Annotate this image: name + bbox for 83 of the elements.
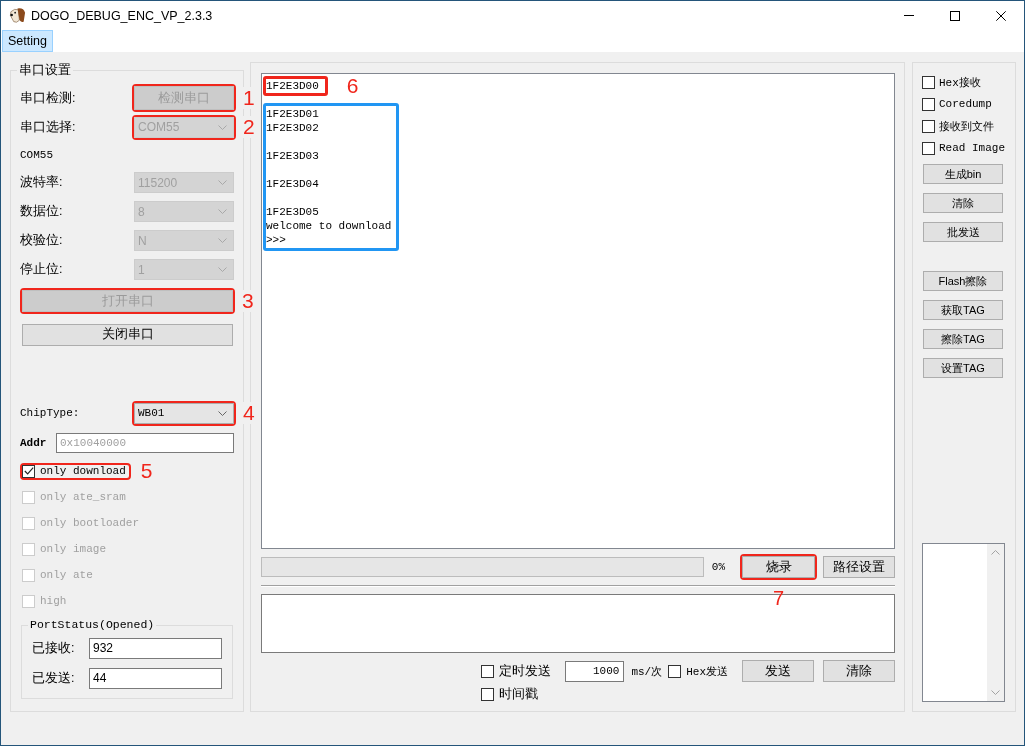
field-label: 校验位:	[20, 232, 64, 249]
minimize-icon	[904, 15, 914, 16]
input-field[interactable]: 0x10040000	[56, 433, 234, 453]
clear-button[interactable]: 清除	[823, 660, 895, 682]
dog-head-icon	[9, 7, 26, 24]
chevron-down-icon	[218, 180, 227, 185]
progress-label: 0%	[711, 561, 725, 573]
log-line: welcome to download	[266, 219, 392, 233]
action-button[interactable]: 擦除TAG	[923, 329, 1003, 349]
log-line: >>>	[266, 233, 287, 247]
checkmark-icon	[23, 467, 34, 475]
field-label: 串口检测:	[20, 89, 77, 107]
group-title: 串口设置	[18, 62, 72, 78]
checkbox-label: only image	[40, 543, 106, 555]
chevron-down-icon	[218, 124, 227, 130]
checkbox[interactable]	[922, 97, 935, 111]
text-area[interactable]	[922, 543, 1005, 702]
log-line: 1F2E3D05	[266, 205, 320, 219]
checkbox-label: 定时发送	[499, 662, 552, 680]
send-button[interactable]: 发送	[742, 660, 814, 682]
group-title: PortStatus(Opened)	[29, 617, 156, 633]
chevron-down-icon	[218, 209, 227, 214]
dropdown[interactable]: WB01	[134, 402, 234, 424]
unit-label: ms/次	[631, 664, 663, 679]
checkbox-label: only download	[40, 465, 126, 477]
field-label: ChipType:	[20, 407, 81, 419]
action-button[interactable]: 获取TAG	[923, 300, 1003, 320]
burn-button[interactable]: 烧录	[742, 556, 815, 578]
action-button[interactable]: 生成bin	[923, 164, 1003, 184]
action-button[interactable]: Flash擦除	[923, 271, 1003, 291]
log-line: 1F2E3D00	[266, 79, 319, 93]
checkbox-label: only ate	[40, 569, 93, 581]
input-field[interactable]: 1000	[565, 660, 625, 682]
annotation-number: 1	[243, 87, 255, 109]
chevron-down-icon	[218, 410, 227, 416]
menu-item[interactable]: Setting	[2, 30, 53, 52]
checkbox-label: 时间戳	[499, 686, 539, 703]
checkbox[interactable]	[922, 119, 935, 133]
field-label: 已接收:	[32, 639, 76, 657]
checkbox[interactable]	[481, 664, 495, 678]
path-settings-button[interactable]: 路径设置	[823, 556, 895, 578]
checkbox[interactable]	[22, 464, 35, 478]
checkbox[interactable]	[922, 141, 935, 155]
scroll-up-icon[interactable]	[991, 550, 1000, 555]
field-label: 停止位:	[20, 261, 64, 278]
input-field[interactable]: 44	[89, 667, 222, 689]
receive-text-area[interactable]: 1F2E3D00 6 1F2E3D01 1F2E3D02 1F2E3D03 1F2E3D04 1F2E3D05 welcome to download >>>	[261, 73, 895, 549]
checkbox-label: Read Image	[939, 142, 1005, 154]
field-label: 数据位:	[20, 203, 64, 220]
checkbox[interactable]	[668, 664, 682, 678]
checkbox-label: Hex发送	[686, 664, 728, 679]
close-port-button[interactable]: 关闭串口	[22, 323, 233, 346]
checkbox[interactable]	[922, 75, 935, 89]
action-button[interactable]: 清除	[923, 193, 1003, 213]
annotation-number: 3	[242, 290, 254, 312]
input-field[interactable]: 932	[89, 637, 222, 659]
annotation-number: 2	[243, 116, 255, 138]
chevron-down-icon	[218, 238, 227, 243]
field-label: Addr	[20, 437, 48, 449]
close-icon	[996, 10, 1006, 21]
field-label: 已发送:	[32, 669, 76, 687]
field-label: 波特率:	[20, 174, 64, 191]
scrollbar[interactable]	[987, 544, 1004, 701]
annotation-number: 4	[243, 402, 255, 424]
scroll-down-icon[interactable]	[991, 690, 1000, 695]
log-line: 1F2E3D01	[266, 107, 320, 121]
checkbox-label: 接收到文件	[939, 119, 994, 134]
port-name-label: COM55	[20, 148, 54, 161]
checkbox-label: only ate_sram	[40, 491, 126, 503]
window-title: DOGO_DEBUG_ENC_VP_2.3.3	[31, 8, 213, 23]
action-button[interactable]: 批发送	[923, 222, 1003, 242]
log-line: 1F2E3D03	[266, 149, 320, 163]
log-line: 1F2E3D04	[266, 177, 320, 191]
checkbox-label: high	[40, 595, 67, 607]
maximize-icon	[950, 10, 960, 21]
log-line: 1F2E3D02	[266, 121, 320, 135]
field-label: 串口选择:	[20, 118, 77, 136]
chevron-down-icon	[218, 267, 227, 272]
checkbox-label: Hex接收	[939, 75, 981, 90]
checkbox-label: only bootloader	[40, 517, 140, 529]
checkbox[interactable]	[481, 688, 495, 701]
checkbox-label: Coredump	[939, 98, 992, 110]
action-button[interactable]: 设置TAG	[923, 358, 1003, 378]
